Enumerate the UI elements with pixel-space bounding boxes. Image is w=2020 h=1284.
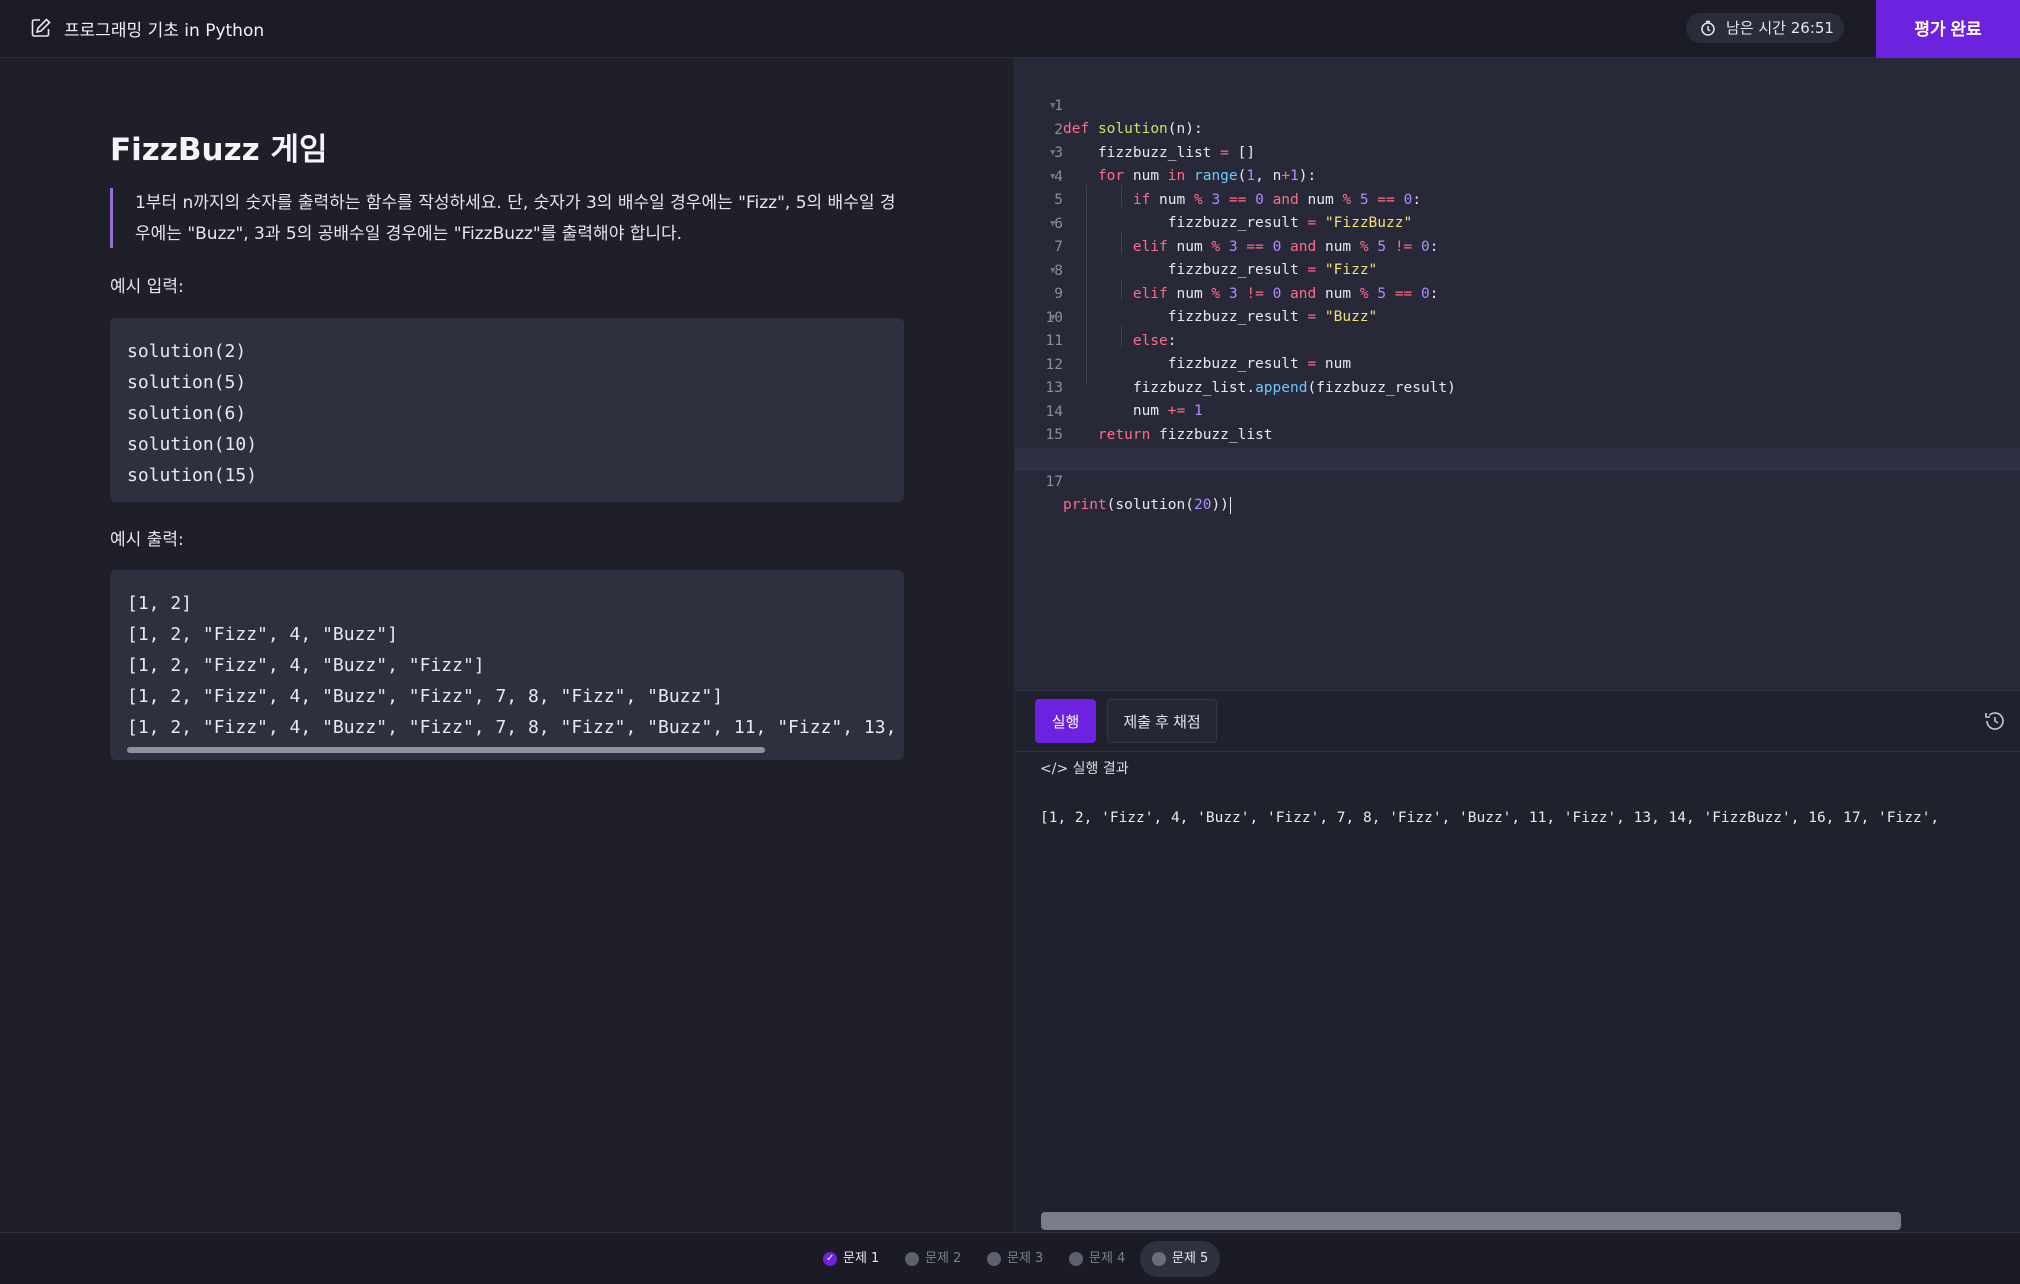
example-input-line: solution(5) <box>127 372 247 393</box>
question-tab-4[interactable]: 문제 4 <box>1069 1247 1125 1271</box>
status-dot-icon <box>1069 1252 1083 1266</box>
example-output-line: [1, 2, "Fizz", 4, "Buzz", "Fizz", 7, 8, … <box>127 717 904 738</box>
course-title: 프로그래밍 기초 in Python <box>64 21 265 41</box>
problem-title: FizzBuzz 게임 <box>110 132 328 168</box>
question-navigation: ✓ 문제 1 문제 2 문제 3 문제 4 문제 5 <box>0 1232 2020 1284</box>
clock-icon <box>1701 20 1715 36</box>
status-dot-icon <box>987 1252 1001 1266</box>
code-line[interactable]: 14 return fizzbuzz_list <box>1015 378 2020 443</box>
example-input-line: solution(6) <box>127 403 247 424</box>
example-output-line: [1, 2, "Fizz", 4, "Buzz"] <box>127 624 398 645</box>
code-editor[interactable]: 1 ▼ def solution(n): 2 fizzbuzz_list = []… <box>1015 58 2020 690</box>
run-button[interactable]: 실행 <box>1035 699 1096 743</box>
question-tab-3[interactable]: 문제 3 <box>987 1247 1043 1271</box>
problem-description: 1부터 n까지의 숫자를 출력하는 함수를 작성하세요. 단, 숫자가 3의 배… <box>110 188 900 248</box>
check-icon: ✓ <box>823 1252 837 1266</box>
example-output-box: [1, 2] [1, 2, "Fizz", 4, "Buzz"] [1, 2, … <box>110 570 904 760</box>
line-number: 17 <box>1045 474 1063 490</box>
submit-grade-button[interactable]: 제출 후 채점 <box>1107 699 1217 743</box>
code-line[interactable]: 5 fizzbuzz_result = "FizzBuzz" <box>1015 166 2020 231</box>
result-horizontal-scrollbar[interactable] <box>1041 1212 1901 1230</box>
question-tab-label: 문제 5 <box>1172 1251 1209 1266</box>
example-input-line: solution(2) <box>127 341 247 362</box>
description-line: 우에는 "Buzz", 3과 5의 공배수일 경우에는 "FizzBuzz"를 … <box>135 224 683 244</box>
code-line[interactable]: 8 ▼ elif num % 3 != 0 and num % 5 == 0: <box>1015 237 2020 302</box>
remaining-time: 남은 시간 26:51 <box>1686 13 1844 43</box>
code-line[interactable]: 11 fizzbuzz_result = num <box>1015 307 2020 372</box>
code-line[interactable]: 4 ▼ if num % 3 == 0 and num % 5 == 0: <box>1015 143 2020 208</box>
example-input-line: solution(10) <box>127 434 258 455</box>
example-input-label: 예시 입력: <box>110 277 184 297</box>
code-line[interactable]: 1 ▼ def solution(n): <box>1015 72 2020 137</box>
top-header: 프로그래밍 기초 in Python 남은 시간 26:51 평가 완료 <box>0 0 2020 58</box>
question-tab-label: 문제 2 <box>925 1251 962 1266</box>
code-line-active[interactable]: 17 print(solution(20)) <box>1015 448 2020 514</box>
code-line[interactable]: 6 ▼ elif num % 3 == 0 and num % 5 != 0: <box>1015 190 2020 255</box>
text-cursor <box>1229 496 1231 514</box>
status-dot-icon <box>1152 1252 1166 1266</box>
output-horizontal-scrollbar[interactable] <box>127 747 765 753</box>
run-toolbar: 실행 제출 후 채점 <box>1015 690 2020 752</box>
timer-text: 남은 시간 26:51 <box>1726 19 1834 37</box>
question-tab-1[interactable]: ✓ 문제 1 <box>823 1247 879 1271</box>
question-tab-2[interactable]: 문제 2 <box>905 1247 961 1271</box>
code-line[interactable]: 9 fizzbuzz_result = "Buzz" <box>1015 260 2020 325</box>
code-line[interactable]: 13 num += 1 <box>1015 354 2020 419</box>
example-input-box: solution(2) solution(5) solution(6) solu… <box>110 318 904 502</box>
code-line[interactable]: 3 ▼ for num in range(1, n+1): <box>1015 119 2020 184</box>
question-tab-label: 문제 3 <box>1007 1251 1044 1266</box>
result-output: [1, 2, 'Fizz', 4, 'Buzz', 'Fizz', 7, 8, … <box>1040 810 1940 826</box>
edit-icon <box>31 18 51 37</box>
result-panel: </> 실행 결과 [1, 2, 'Fizz', 4, 'Buzz', 'Fiz… <box>1015 752 2020 1232</box>
result-label: </> 실행 결과 <box>1040 761 1129 777</box>
code-text: print(solution(20)) <box>1063 496 1231 514</box>
code-line[interactable]: 16 <box>1015 425 2020 467</box>
example-output-line: [1, 2] <box>127 593 193 614</box>
example-output-line: [1, 2, "Fizz", 4, "Buzz", "Fizz", 7, 8, … <box>127 686 724 707</box>
example-output-label: 예시 출력: <box>110 530 184 550</box>
description-line: 1부터 n까지의 숫자를 출력하는 함수를 작성하세요. 단, 숫자가 3의 배… <box>135 193 896 213</box>
status-dot-icon <box>905 1252 919 1266</box>
code-line[interactable]: 15 <box>1015 401 2020 443</box>
code-line[interactable]: 12 fizzbuzz_list.append(fizzbuzz_result) <box>1015 331 2020 396</box>
code-line[interactable]: 10 ▼ else: <box>1015 284 2020 349</box>
question-tab-label: 문제 1 <box>843 1251 880 1266</box>
question-tab-5[interactable]: 문제 5 <box>1140 1241 1221 1277</box>
example-input-line: solution(15) <box>127 465 258 486</box>
example-output-line: [1, 2, "Fizz", 4, "Buzz", "Fizz"] <box>127 655 485 676</box>
problem-pane: FizzBuzz 게임 1부터 n까지의 숫자를 출력하는 함수를 작성하세요.… <box>0 58 1014 1232</box>
code-line[interactable]: 2 fizzbuzz_list = [] <box>1015 96 2020 161</box>
finish-assessment-button[interactable]: 평가 완료 <box>1876 0 2020 58</box>
history-icon[interactable] <box>1983 709 2007 733</box>
question-tab-label: 문제 4 <box>1089 1251 1126 1266</box>
code-line[interactable]: 7 fizzbuzz_result = "Fizz" <box>1015 213 2020 278</box>
